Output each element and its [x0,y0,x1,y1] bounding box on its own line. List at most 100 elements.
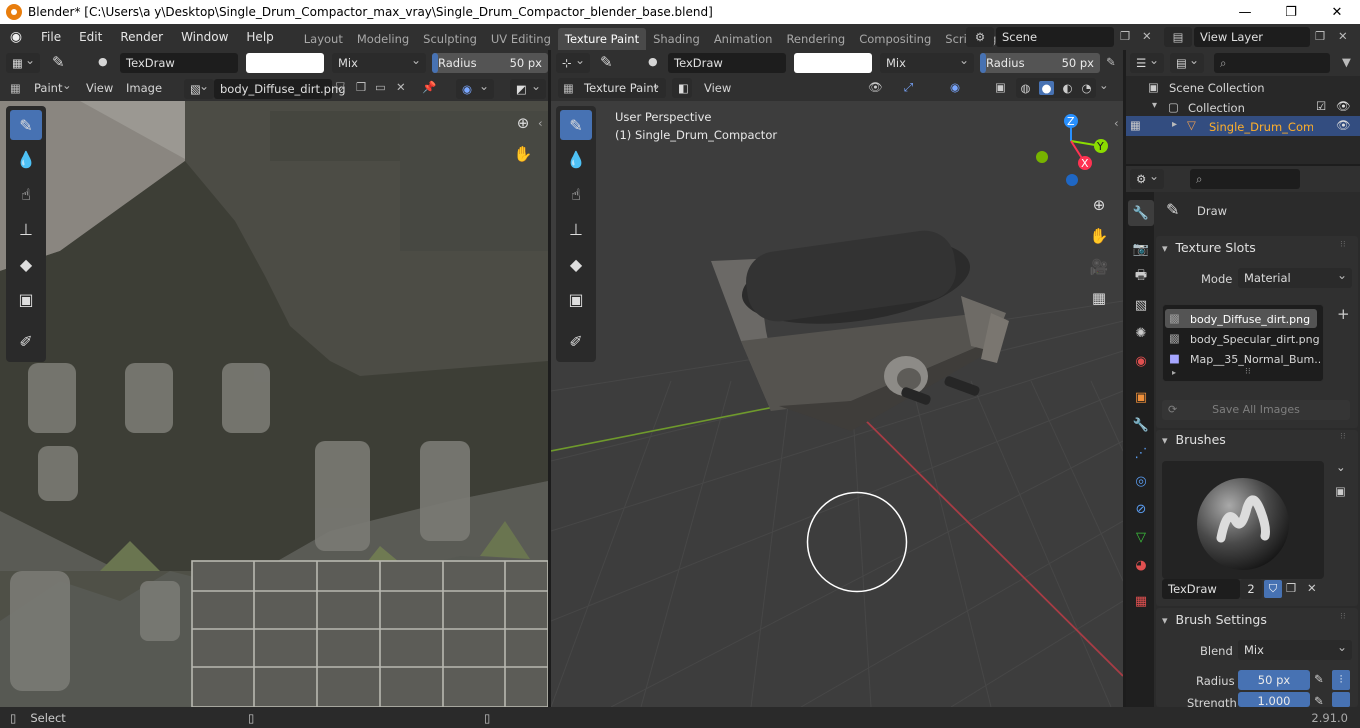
collection-checkbox[interactable]: ☑ [1316,99,1326,113]
viewport-radius-slider[interactable]: Radius 50 px [980,53,1100,73]
outliner-search-input[interactable]: ⌕ [1214,53,1330,73]
texture-tab-icon[interactable]: ▦ [1128,588,1154,614]
scene-remove-icon[interactable]: ✕ [1142,29,1152,43]
unlink-brush-icon[interactable]: ✕ [1307,581,1317,595]
gizmo-toggle-icon[interactable]: ⤢ [904,80,913,95]
world-tab-icon[interactable]: ◉ [1128,348,1154,374]
texture-slot-item-label[interactable]: Map__35_Normal_Bum... [1190,353,1320,366]
strength-pressure-icon[interactable]: ✎ [1314,694,1324,708]
brush-preview[interactable] [1162,461,1324,579]
image-editor-canvas[interactable] [0,101,548,707]
viewport-brush-preview-icon[interactable]: ● [648,55,658,68]
brush-name-field[interactable]: TexDraw [120,53,238,73]
tab-shading[interactable]: Shading [646,28,707,50]
pin-icon[interactable]: 📌 [422,80,436,94]
radius-slider[interactable]: Radius 50 px [432,53,548,73]
maximize-button[interactable]: ❐ [1268,0,1314,24]
tab-modeling[interactable]: Modeling [350,28,416,50]
tab-sculpting[interactable]: Sculpting [416,28,484,50]
texture-slots-header[interactable]: Texture Slots [1162,236,1256,260]
brush-radius-slider[interactable]: 50 px [1238,670,1310,690]
tab-texture-paint[interactable]: Texture Paint [557,28,647,50]
clone-tool-button[interactable]: ⊥ [10,214,42,244]
draw-tool-button[interactable]: ✎ [10,110,42,140]
editor-type-dropdown[interactable]: ▦ [6,50,40,73]
blend-dropdown[interactable]: Mix [332,50,426,73]
object-name[interactable]: Single_Drum_Compa [1209,120,1313,134]
zoom-icon[interactable]: ⊕ [511,111,535,135]
tool-tab-icon[interactable]: 🔧 [1128,200,1154,226]
brush-blend-dropdown[interactable]: Mix [1238,637,1352,660]
blender-menu-icon[interactable]: ◉ [0,29,32,45]
brush-preview-icon[interactable]: ● [98,55,108,68]
pressure-pen-icon[interactable]: ✎ [1106,55,1116,69]
viewport-soften-tool-button[interactable]: 💧 [560,144,592,174]
view-layer-icon[interactable]: ▤ [1164,27,1192,47]
viewport-menu-view[interactable]: View [704,81,731,95]
viewport-pan-hand-icon[interactable]: ✋ [1087,224,1111,248]
close-window-button[interactable]: ✕ [1314,0,1360,24]
menu-edit[interactable]: Edit [70,24,111,50]
save-all-images-button[interactable]: ⟳ Save All Images [1162,400,1350,420]
viewport-sidebar-toggle-icon[interactable]: ‹ [1114,116,1119,130]
collection-label[interactable]: Collection [1188,101,1245,115]
scene-tab-icon[interactable]: ✺ [1128,320,1154,346]
viewport-color-swatch[interactable] [794,53,872,73]
fill-tool-button[interactable]: ◆ [10,249,42,279]
viewport-draw-tool-button[interactable]: ✎ [560,110,592,140]
rendered-shading-icon[interactable]: ◔ [1081,81,1091,95]
open-image-folder-icon[interactable]: ▭ [375,80,386,94]
texture-slots-mode-dropdown[interactable]: Material [1238,265,1352,288]
viewport-zoom-icon[interactable]: ⊕ [1087,193,1111,217]
mask-tool-button[interactable]: ▣ [10,284,42,314]
menu-render[interactable]: Render [111,24,172,50]
3d-viewport-canvas[interactable] [551,101,1123,707]
viewport-editor-type-dropdown[interactable]: ⊹ [556,50,590,73]
material-tab-icon[interactable]: ◕ [1128,552,1154,578]
tab-animation[interactable]: Animation [707,28,780,50]
particles-tab-icon[interactable]: ⋰ [1128,440,1154,466]
menu-image[interactable]: Image [126,81,162,95]
wireframe-shading-icon[interactable]: ◍ [1020,81,1030,95]
image-name-field[interactable]: body_Diffuse_dirt.png [214,79,346,99]
panel-drag-handle[interactable]: ⁝⁝ [1340,432,1346,442]
scene-field[interactable]: Scene [996,27,1114,47]
fake-user-shield-button[interactable]: ⛉ [1264,580,1282,598]
view-layer-remove-icon[interactable]: ✕ [1338,29,1348,43]
menu-help[interactable]: Help [237,24,282,50]
solid-shading-icon[interactable]: ● [1039,81,1054,95]
brush-settings-header[interactable]: Brush Settings [1162,608,1267,632]
radius-unit-toggle[interactable]: ⫶ [1332,670,1350,690]
brush-datablock-name[interactable]: TexDraw [1162,579,1240,599]
filter-icon[interactable]: ▼ [1342,55,1351,69]
duplicate-brush-icon[interactable]: ❐ [1286,581,1296,595]
minimize-button[interactable]: — [1222,0,1268,24]
brushes-header[interactable]: Brushes [1162,428,1226,452]
shading-options-chevron-icon[interactable]: ⌄ [1099,78,1109,92]
tab-rendering[interactable]: Rendering [779,28,852,50]
tab-layout[interactable]: Layout [297,28,350,50]
sidebar-toggle-icon[interactable]: ‹ [538,116,543,130]
visibility-eye-icon[interactable]: 👁 [868,80,883,94]
view-layer-field[interactable]: View Layer [1194,27,1310,47]
menu-window[interactable]: Window [172,24,237,50]
view-mode-dropdown[interactable]: ◉ [456,76,494,99]
ortho-grid-icon[interactable]: ▦ [1087,286,1111,310]
outliner-editor-type-dropdown[interactable]: ☰ [1130,50,1164,73]
scene-copy-icon[interactable]: ❐ [1120,29,1130,43]
overlay-toggle-icon[interactable]: ◉ [950,80,960,94]
brush-list-chevron-icon[interactable]: ⌄ [1336,460,1346,474]
physics-tab-icon[interactable]: ◎ [1128,468,1154,494]
viewport-shading-toggle[interactable]: ◧ [672,78,692,98]
new-image-icon[interactable]: ❐ [356,80,366,94]
viewport-brush-icon[interactable]: ✎ [600,53,613,71]
properties-search-input[interactable]: ⌕ [1190,169,1300,189]
material-shading-icon[interactable]: ◐ [1062,81,1072,95]
scene-selector-icon[interactable]: ⚙ [966,27,994,47]
brush-icon[interactable]: ✎ [52,53,65,71]
display-channels-dropdown[interactable]: ◩ [510,76,546,99]
annotate-tool-button[interactable]: ✐ [10,326,42,356]
soften-tool-button[interactable]: 💧 [10,144,42,174]
object-expand-icon[interactable]: ▸ [1172,119,1177,130]
menu-file[interactable]: File [32,24,70,50]
